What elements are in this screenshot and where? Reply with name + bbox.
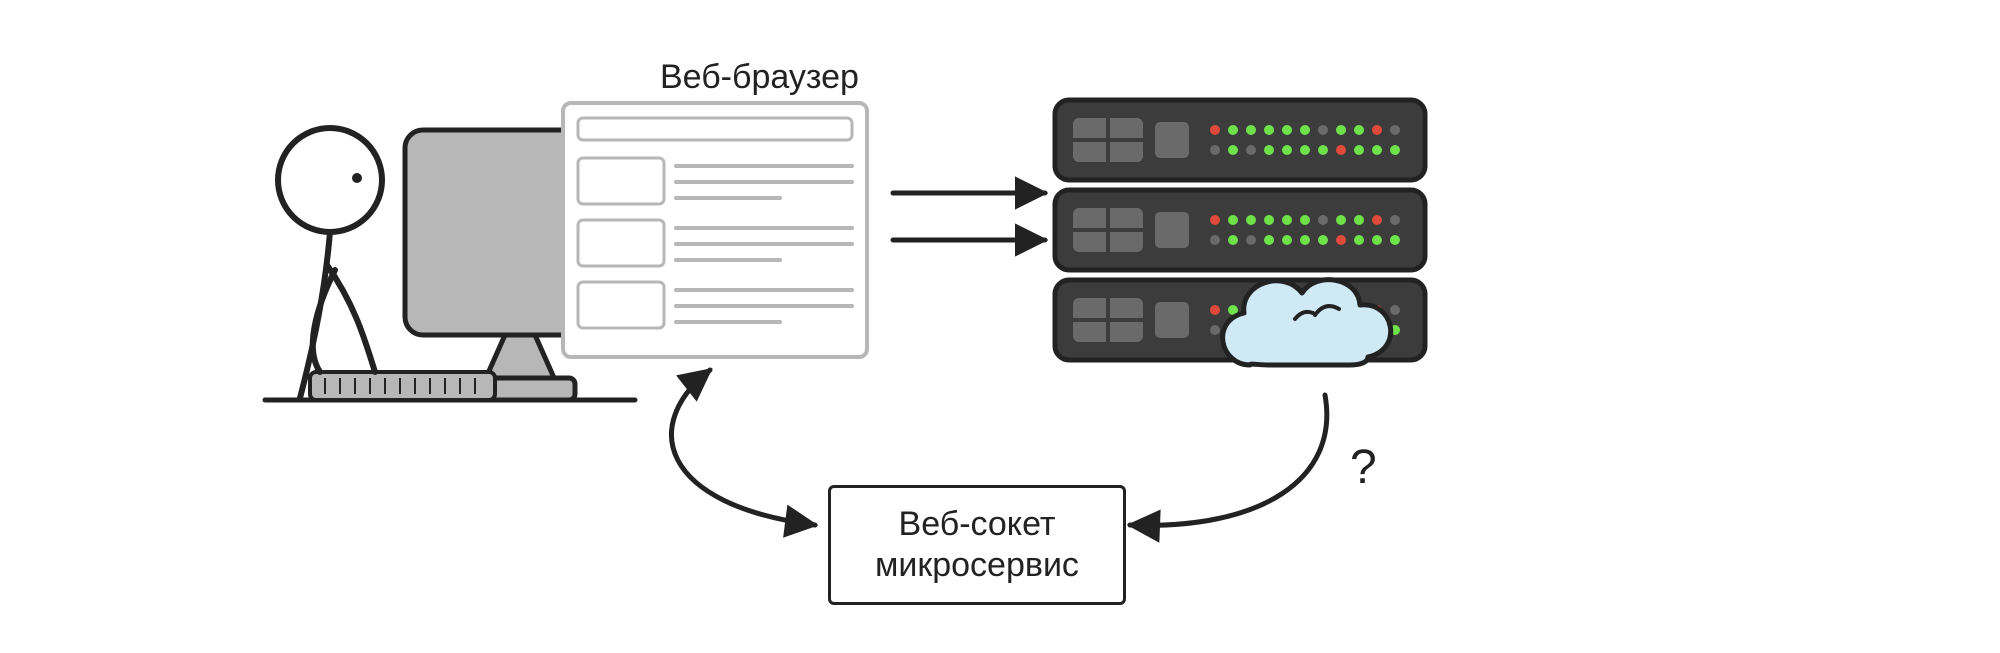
server-rack-icon xyxy=(1045,95,1455,415)
websocket-line2: микросервис xyxy=(875,545,1079,586)
diagram-stage: Веб-браузер xyxy=(0,0,2000,653)
question-mark-label: ? xyxy=(1350,440,1377,495)
websocket-microservice-box: Веб-сокет микросервис xyxy=(828,485,1126,605)
browser-window-icon xyxy=(560,100,870,360)
request-response-arrows-icon xyxy=(885,168,1055,268)
server-to-websocket-arrow-icon xyxy=(1110,380,1370,560)
browser-label: Веб-браузер xyxy=(660,58,859,97)
websocket-line1: Веб-сокет xyxy=(875,504,1079,545)
browser-to-websocket-arrow-icon xyxy=(600,355,840,555)
